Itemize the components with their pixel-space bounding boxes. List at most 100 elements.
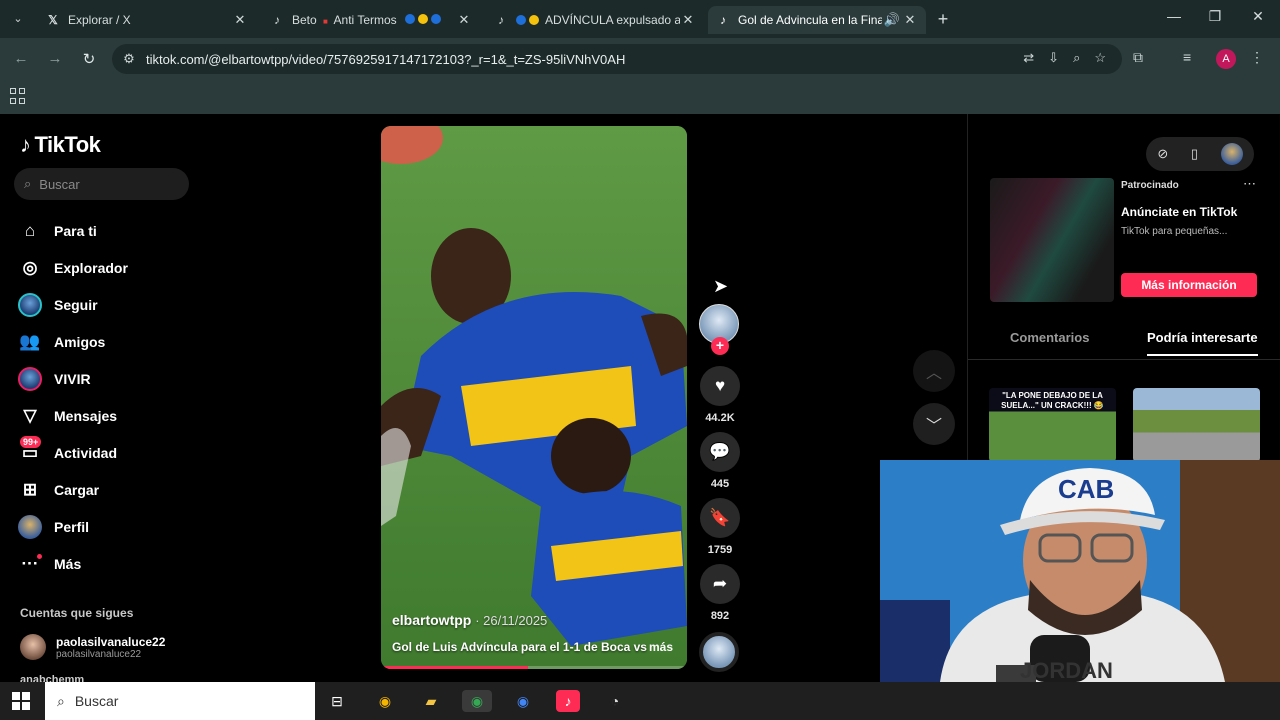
close-tab-icon[interactable]: ✕ (232, 12, 248, 28)
sidebar-item-para-ti[interactable]: ⌂ Para ti (18, 212, 198, 249)
sidebar-item-mensajes[interactable]: ▽ Mensajes (18, 397, 198, 434)
tab-advincula-expulsado[interactable]: ♪ ADVÍNCULA expulsado a ✕ (486, 6, 704, 34)
new-tab-button[interactable]: + (934, 9, 952, 30)
user-avatar[interactable] (1220, 143, 1243, 165)
next-video-button[interactable]: ﹀ (913, 403, 955, 445)
following-account[interactable]: paolasilvanaluce22 paolasilvanaluce22 (20, 634, 165, 660)
tab-comentarios[interactable]: Comentarios (1010, 330, 1089, 345)
comment-button[interactable]: 💬 445 (699, 432, 741, 490)
windows-start-icon[interactable] (12, 692, 30, 710)
close-tab-icon[interactable]: ✕ (902, 12, 918, 28)
previous-video-button[interactable]: ︿ (913, 350, 955, 392)
chrome-icon[interactable]: ◉ (511, 690, 535, 712)
sidebar-item-vivir[interactable]: VIVIR (18, 360, 198, 397)
chrome-canary-icon[interactable]: ◉ (373, 690, 397, 712)
file-explorer-icon[interactable]: ▰ (419, 690, 443, 712)
maximize-button[interactable]: ❐ (1205, 8, 1225, 25)
sidebar-item-explorador[interactable]: ◎ Explorador (18, 249, 198, 286)
caption-more-link[interactable]: más (649, 640, 673, 654)
search-input[interactable]: ⌕ Buscar (14, 168, 189, 200)
video-player[interactable]: elbartowtpp · 26/11/2025 Gol de Luis Adv… (381, 126, 687, 669)
red-square-icon: ■ (323, 17, 328, 26)
search-icon: ⌕ (57, 692, 65, 709)
site-info-icon[interactable]: ⚙ (112, 51, 146, 67)
speaker-icon[interactable]: 🔊 (882, 12, 902, 28)
video-progress-fill (381, 666, 528, 669)
sponsored-label: Patrocinado (1121, 180, 1179, 191)
mouse-cursor-icon: ➤ (713, 276, 729, 296)
minimize-button[interactable]: — (1164, 8, 1184, 24)
task-view-icon[interactable]: ⊟ (325, 690, 349, 712)
profile-avatar[interactable]: A (1216, 49, 1236, 69)
compass-icon[interactable]: ⊘ (1157, 146, 1168, 162)
tiktok-icon: ♪ (720, 13, 726, 27)
team-dots-icon (516, 15, 539, 25)
recommended-video-thumb[interactable]: "LA PONE DEBAJO DE LA SUELA..." UN CRACK… (989, 388, 1116, 462)
ad-more-info-button[interactable]: Más información (1121, 273, 1257, 297)
sidebar-item-seguir[interactable]: Seguir (18, 286, 198, 323)
like-button[interactable]: ♥ 44.2K (699, 366, 741, 424)
tiktok-icon: ♪ (274, 13, 280, 27)
recommended-video-thumb[interactable] (1133, 388, 1260, 462)
chrome-profile-icon[interactable]: ◉ (462, 690, 492, 712)
close-window-button[interactable]: ✕ (1248, 8, 1268, 25)
compass-icon: ◎ (22, 257, 38, 277)
extensions-icon[interactable]: ⧉ (1133, 49, 1143, 66)
chrome-menu-icon[interactable]: ⋮ (1250, 49, 1264, 66)
bookmark-star-icon[interactable]: ☆ (1094, 50, 1106, 66)
video-author[interactable]: elbartowtpp · 26/11/2025 (392, 612, 547, 628)
close-tab-icon[interactable]: ✕ (680, 12, 696, 28)
cap-logo-text: CAB (1058, 474, 1114, 504)
follow-plus-button[interactable]: + (711, 337, 729, 355)
tab-podria-interesarte[interactable]: Podría interesarte (1147, 330, 1258, 356)
ad-subtitle: TikTok para pequeñas... (1121, 226, 1228, 237)
x-logo-icon: 𝕏 (48, 13, 58, 27)
back-button[interactable]: ← (12, 50, 30, 67)
reload-button[interactable]: ↻ (80, 50, 98, 68)
device-icon[interactable]: ▯ (1191, 146, 1198, 162)
save-button[interactable]: 🔖 1759 (699, 498, 741, 556)
tab-beto[interactable]: ♪ Beto ■ Anti Termos ✕ (262, 6, 480, 34)
inbox-icon: ▭ 99+ (18, 435, 42, 465)
sidebar-item-perfil[interactable]: Perfil (18, 508, 198, 545)
url-text[interactable]: tiktok.com/@elbartowtpp/video/7576925917… (146, 52, 625, 67)
tab-explorar-x[interactable]: 𝕏 Explorar / X ✕ (38, 6, 256, 34)
zoom-icon[interactable]: ⌕ (1073, 50, 1080, 66)
sidebar-item-actividad[interactable]: ▭ 99+ Actividad (18, 434, 198, 471)
apps-grid-icon[interactable] (10, 88, 26, 104)
heart-icon: ♥ (700, 366, 740, 406)
close-tab-icon[interactable]: ✕ (456, 12, 472, 28)
search-icon: ⌕ (24, 176, 32, 191)
sidebar-item-amigos[interactable]: 👥 Amigos (18, 323, 198, 360)
header-actions: ⊘ ▯ (1146, 137, 1254, 171)
bookmark-icon: 🔖 (700, 498, 740, 538)
panel-tabs: Comentarios Podría interesarte (968, 324, 1280, 360)
account-avatar (20, 634, 46, 660)
bookmarks-bar (0, 80, 1280, 114)
music-disc-icon[interactable] (699, 632, 739, 672)
ad-thumbnail[interactable] (990, 178, 1114, 302)
video-frame (381, 126, 687, 669)
tab-search-icon[interactable]: ⌄ (8, 9, 28, 29)
comment-icon: 💬 (700, 432, 740, 472)
translate-icon[interactable]: ⇄ (1023, 50, 1034, 66)
forward-button[interactable]: → (46, 50, 64, 67)
friends-icon: 👥 (19, 331, 41, 351)
ad-title: Anúnciate en TikTok (1121, 205, 1238, 219)
recorder-icon[interactable]: ◔ (603, 690, 627, 712)
media-control-icon[interactable]: ≡ (1183, 49, 1191, 65)
share-button[interactable]: ➦ 892 (699, 564, 741, 622)
sidebar-item-mas[interactable]: ··· Más (18, 545, 198, 582)
omnibox[interactable]: ⚙ tiktok.com/@elbartowtpp/video/75769259… (112, 44, 1122, 74)
ad-options-icon[interactable]: ⋯ (1243, 176, 1256, 192)
tab-strip: ⌄ 𝕏 Explorar / X ✕ ♪ Beto ■ Anti Termos … (0, 0, 1280, 38)
video-progress-bar[interactable] (381, 666, 687, 669)
install-app-icon[interactable]: ⇩ (1048, 50, 1059, 66)
tiktok-logo[interactable]: ♪ TikTok (20, 132, 101, 158)
upload-icon: ⊞ (22, 479, 38, 499)
tab-gol-advincula[interactable]: ♪ Gol de Advincula en la Final 🔊 ✕ (708, 6, 926, 34)
taskbar-search-input[interactable]: ⌕ Buscar (45, 682, 315, 720)
sidebar-item-cargar[interactable]: ⊞ Cargar (18, 471, 198, 508)
tiktok-app-icon[interactable]: ♪ (556, 690, 580, 712)
notification-badge: 99+ (20, 435, 42, 448)
